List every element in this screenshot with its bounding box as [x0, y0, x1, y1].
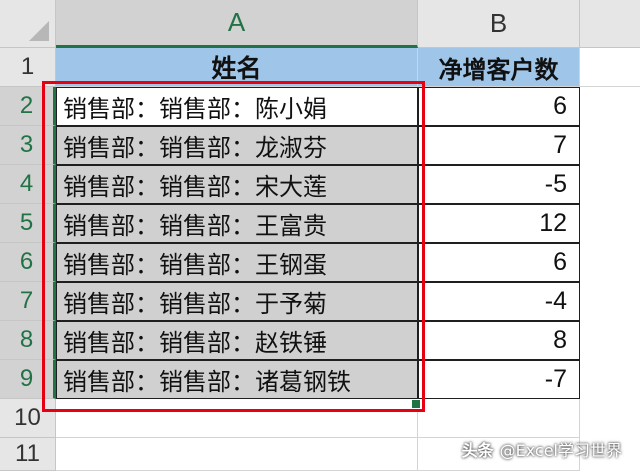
column-header-a[interactable]: A: [56, 0, 418, 48]
value-cell[interactable]: -5: [418, 165, 580, 204]
row-header-11[interactable]: 11: [0, 438, 56, 471]
spreadsheet: A B 1 2 3 4 5 6 7 8 9 10 11 姓名 净增客户数 销售部…: [0, 0, 640, 471]
empty-cell[interactable]: [580, 48, 640, 87]
select-all-corner[interactable]: [0, 0, 56, 48]
value-cell[interactable]: 6: [418, 243, 580, 282]
column-header-c[interactable]: [580, 0, 640, 48]
header-cell-net-growth[interactable]: 净增客户数: [418, 48, 580, 87]
watermark-logo: 头条: [461, 441, 494, 460]
value-cell[interactable]: 7: [418, 126, 580, 165]
watermark-text: @Excel学习世界: [499, 441, 622, 460]
highlight-frame: [42, 81, 425, 412]
value-cell[interactable]: 6: [418, 87, 580, 126]
empty-cell[interactable]: [418, 399, 580, 438]
fill-handle[interactable]: [411, 399, 421, 409]
watermark: 头条 @Excel学习世界: [462, 437, 622, 461]
value-cell[interactable]: -4: [418, 282, 580, 321]
value-cell[interactable]: 8: [418, 321, 580, 360]
column-header-b[interactable]: B: [418, 0, 580, 48]
empty-column[interactable]: [580, 87, 640, 471]
value-cell[interactable]: 12: [418, 204, 580, 243]
select-all-icon: [29, 21, 49, 41]
value-cell[interactable]: -7: [418, 360, 580, 399]
empty-cell[interactable]: [56, 438, 418, 471]
